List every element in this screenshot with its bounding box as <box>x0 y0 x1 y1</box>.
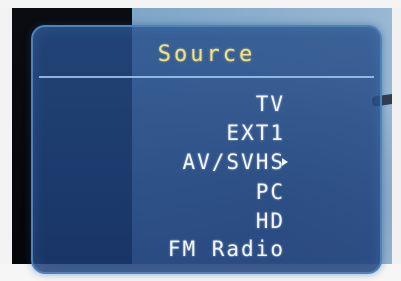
bezel-left <box>0 8 12 264</box>
menu-divider <box>39 76 374 78</box>
source-item-fm-radio[interactable]: FM Radio <box>168 237 285 261</box>
bezel-top <box>0 0 401 8</box>
source-item-av-svhs[interactable]: AV/SVHS <box>182 150 285 174</box>
source-item-hd[interactable]: HD <box>256 209 285 233</box>
menu-title: Source <box>157 42 256 67</box>
source-item-pc[interactable]: PC <box>256 180 285 204</box>
right-triangle-icon <box>282 158 288 166</box>
source-menu: Source TV EXT1 AV/SVHS PC HD FM Radio <box>31 25 382 274</box>
tv-screen: Source TV EXT1 AV/SVHS PC HD FM Radio <box>0 0 401 281</box>
source-item-ext1[interactable]: EXT1 <box>226 121 285 145</box>
source-item-tv[interactable]: TV <box>256 92 285 116</box>
bezel-right <box>392 8 401 264</box>
